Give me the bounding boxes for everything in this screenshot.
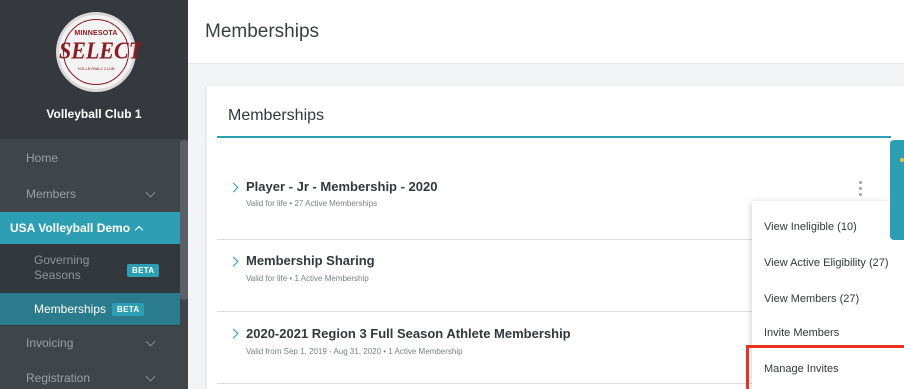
sidebar-item-label: Registration (26, 371, 91, 385)
membership-subtitle: Valid for life • 27 Active Memberships (246, 199, 378, 208)
sidebar-item-memberships[interactable]: Memberships BETA (0, 293, 180, 325)
membership-row[interactable]: Player - Jr - Membership - 2020 Valid fo… (217, 169, 777, 240)
menu-item-view-ineligible[interactable]: View Ineligible (10) (752, 209, 904, 245)
membership-row[interactable]: Membership Sharing Valid for life • 1 Ac… (217, 240, 777, 312)
highlight-box (746, 345, 904, 389)
chevron-down-icon (145, 371, 156, 382)
sidebar-item-usa-volleyball-demo[interactable]: USA Volleyball Demo (0, 212, 180, 244)
sidebar-item-label: Home (26, 151, 59, 165)
sidebar-header: MINNESOTA SELECT VOLLEYBALL CLUB Volleyb… (0, 0, 188, 139)
sidebar-item-label: Invoicing (26, 336, 74, 350)
sidebar-item-members[interactable]: Members (0, 176, 180, 212)
sidebar-item-registration[interactable]: Registration (0, 360, 180, 389)
membership-subtitle: Valid for life • 1 Active Membership (246, 274, 369, 283)
chevron-down-icon (145, 336, 156, 347)
menu-item-view-active-eligibility[interactable]: View Active Eligibility (27) (752, 245, 904, 281)
club-logo[interactable]: MINNESOTA SELECT VOLLEYBALL CLUB (56, 12, 143, 92)
sidebar-item-label: Members (26, 187, 77, 201)
membership-subtitle: Valid from Sep 1, 2019 - Aug 31, 2020 • … (246, 347, 463, 356)
beta-badge: BETA (112, 302, 145, 316)
sidebar: MINNESOTA SELECT VOLLEYBALL CLUB Volleyb… (0, 0, 188, 389)
card-title-underline (217, 136, 891, 138)
sidebar-item-home[interactable]: Home (0, 140, 180, 176)
chevron-right-icon[interactable] (228, 328, 239, 339)
menu-item-view-members[interactable]: View Members (27) (752, 281, 904, 317)
chevron-up-icon (134, 225, 144, 235)
kebab-menu-icon[interactable] (855, 181, 865, 201)
side-help-tab[interactable] (890, 140, 904, 240)
page-title: Memberships (205, 21, 320, 42)
membership-title[interactable]: Player - Jr - Membership - 2020 (246, 179, 437, 194)
sidebar-item-label: Memberships (34, 302, 107, 316)
membership-title[interactable]: 2020-2021 Region 3 Full Season Athlete M… (246, 326, 571, 341)
card-title: Memberships (228, 107, 325, 124)
sidebar-item-label: USA Volleyball Demo (10, 221, 131, 235)
sidebar-scrollbar[interactable] (180, 140, 188, 300)
club-name[interactable]: Volleyball Club 1 (0, 107, 188, 121)
membership-title[interactable]: Membership Sharing (246, 253, 375, 268)
beta-badge: BETA (127, 264, 160, 277)
sidebar-item-governing-seasons[interactable]: Governing Seasons (34, 253, 114, 283)
notification-dot-icon (900, 158, 904, 162)
chevron-right-icon[interactable] (228, 182, 239, 193)
logo-bottom-text: VOLLEYBALL CLUB (77, 66, 115, 71)
chevron-right-icon[interactable] (228, 256, 239, 267)
sidebar-item-invoicing[interactable]: Invoicing (0, 326, 180, 360)
membership-row[interactable]: 2020-2021 Region 3 Full Season Athlete M… (217, 312, 777, 384)
chevron-down-icon (145, 187, 156, 198)
logo-main-text: SELECT (59, 36, 143, 65)
top-header: Memberships (188, 0, 904, 64)
